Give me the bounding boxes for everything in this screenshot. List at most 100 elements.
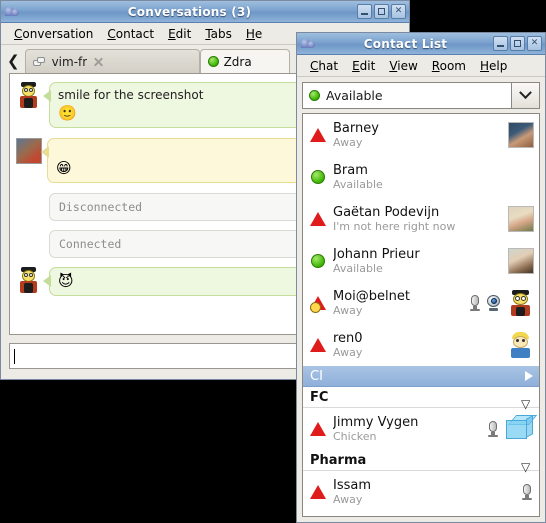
pidgin-bubbles-icon bbox=[4, 4, 22, 20]
contact-name: Johann Prieur bbox=[333, 246, 420, 262]
contact-status: Away bbox=[333, 303, 363, 317]
south-park-staz-avatar bbox=[16, 267, 44, 297]
triangle-down-icon bbox=[521, 393, 533, 401]
chevron-down-icon bbox=[519, 86, 532, 100]
maximize-button[interactable] bbox=[374, 4, 389, 19]
contact-name: Barney bbox=[333, 120, 379, 136]
tab-zdra[interactable]: Zdra bbox=[199, 49, 290, 73]
status-away-icon bbox=[310, 484, 326, 500]
maximize-button[interactable] bbox=[510, 36, 525, 51]
status-label: Available bbox=[326, 88, 383, 103]
contact-list[interactable]: Barney Away Bram Available Gaëtan Podevi… bbox=[302, 113, 540, 517]
menu-edit[interactable]: Edit bbox=[345, 57, 382, 75]
group-row-pharma[interactable]: Pharma bbox=[303, 450, 539, 471]
conversations-window-buttons: ✕ bbox=[357, 4, 406, 19]
triangle-right-icon bbox=[525, 371, 533, 381]
contact-row-moi-belnet[interactable]: Moi@belnet Away bbox=[303, 282, 539, 324]
group-label: CI bbox=[310, 368, 323, 384]
contact-list-titlebar[interactable]: Contact List ✕ bbox=[297, 33, 545, 55]
contact-status: Available bbox=[333, 261, 383, 275]
contact-status: Away bbox=[333, 135, 363, 149]
contact-list-title: Contact List bbox=[363, 36, 448, 51]
close-icon[interactable] bbox=[92, 55, 105, 68]
status-online-icon bbox=[207, 56, 219, 67]
group-label: FC bbox=[310, 389, 329, 405]
contact-name: Jimmy Vygen bbox=[333, 414, 419, 430]
conversations-title: Conversations (3) bbox=[127, 4, 252, 19]
pidgin-bubbles-icon bbox=[300, 36, 318, 52]
close-button[interactable]: ✕ bbox=[391, 4, 406, 19]
contact-row-gaetan-podevijn[interactable]: Gaëtan Podevijn I'm not here right now bbox=[303, 198, 539, 240]
contact-row-jimmy-vygen[interactable]: Jimmy Vygen Chicken bbox=[303, 408, 539, 450]
contact-name: Moi@belnet bbox=[333, 288, 410, 304]
contact-row-bram[interactable]: Bram Available bbox=[303, 156, 539, 198]
menu-edit[interactable]: Edit bbox=[161, 25, 198, 43]
photo-zdra-avatar bbox=[16, 138, 42, 164]
contact-name: ren0 bbox=[333, 330, 363, 346]
triangle-down-icon bbox=[521, 456, 533, 464]
status-away-icon bbox=[310, 421, 326, 437]
contact-list-window-buttons: ✕ bbox=[493, 36, 542, 51]
devil-emoticon: 😈 bbox=[58, 272, 74, 290]
contact-status: Away bbox=[333, 345, 363, 359]
tab-label: vim-fr bbox=[51, 54, 88, 69]
menu-contact[interactable]: Contact bbox=[100, 25, 161, 43]
status-away-icon bbox=[310, 127, 326, 143]
south-park-ren0-avatar bbox=[508, 332, 534, 358]
contact-name: Issam bbox=[333, 477, 372, 493]
conversations-titlebar[interactable]: Conversations (3) ✕ bbox=[1, 1, 409, 23]
microphone-icon bbox=[468, 294, 482, 312]
microphone-icon bbox=[486, 420, 500, 438]
cube-avatar bbox=[504, 415, 538, 443]
menu-room[interactable]: Room bbox=[425, 57, 473, 75]
menu-help[interactable]: Help bbox=[473, 57, 514, 75]
photo-johann-avatar bbox=[508, 248, 534, 274]
menu-conversation[interactable]: Conversation bbox=[7, 25, 100, 43]
status-online-icon bbox=[309, 90, 320, 101]
group-row-fc[interactable]: FC bbox=[303, 387, 539, 408]
contact-row-ren0[interactable]: ren0 Away bbox=[303, 324, 539, 366]
south-park-moi-avatar bbox=[508, 290, 534, 316]
chat-group-icon bbox=[32, 56, 47, 68]
contact-list-menubar: Chat Edit View Room Help bbox=[297, 55, 545, 77]
minimize-button[interactable] bbox=[493, 36, 508, 51]
menu-tabs[interactable]: Tabs bbox=[198, 25, 239, 43]
desktop: Conversations (3) ✕ Conversation Contact… bbox=[0, 0, 546, 523]
photo-gaetan-avatar bbox=[508, 206, 534, 232]
menu-help[interactable]: He bbox=[239, 25, 269, 43]
webcam-icon bbox=[486, 295, 501, 311]
smile-emoticon: 🙂 bbox=[58, 104, 77, 122]
microphone-icon bbox=[520, 483, 534, 501]
status-selector[interactable]: Available bbox=[302, 82, 540, 109]
tab-label: Zdra bbox=[223, 54, 252, 69]
contact-row-barney[interactable]: Barney Away bbox=[303, 114, 539, 156]
status-selector-value[interactable]: Available bbox=[302, 82, 512, 109]
status-online-icon bbox=[310, 169, 326, 185]
menu-chat[interactable]: Chat bbox=[303, 57, 345, 75]
grin-emoticon: 😁 bbox=[56, 159, 72, 177]
close-button[interactable]: ✕ bbox=[527, 36, 542, 51]
status-away-icon bbox=[310, 211, 326, 227]
tab-scroll-left-icon[interactable]: ❮ bbox=[3, 54, 25, 73]
minimize-button[interactable] bbox=[357, 4, 372, 19]
photo-barney-avatar bbox=[508, 122, 534, 148]
contact-row-johann-prieur[interactable]: Johann Prieur Available bbox=[303, 240, 539, 282]
south-park-staz-avatar bbox=[16, 82, 44, 112]
tab-vim-fr[interactable]: vim-fr bbox=[24, 49, 200, 73]
group-row-ci[interactable]: CI bbox=[303, 366, 539, 387]
status-away-icon bbox=[310, 337, 326, 353]
contact-list-window: Contact List ✕ Chat Edit View Room Help … bbox=[296, 32, 546, 523]
contact-name: Gaëtan Podevijn bbox=[333, 204, 440, 220]
contact-list-body: Available Barney Away Bram Available Gaë… bbox=[297, 77, 545, 522]
group-label: Pharma bbox=[310, 452, 367, 468]
menu-view[interactable]: View bbox=[382, 57, 424, 75]
contact-status: Chicken bbox=[333, 429, 377, 443]
status-away-idle-icon bbox=[310, 295, 326, 313]
status-dropdown-button[interactable] bbox=[512, 82, 540, 109]
contact-status: I'm not here right now bbox=[333, 219, 456, 233]
contact-status: Available bbox=[333, 177, 383, 191]
status-online-icon bbox=[310, 253, 326, 269]
contact-row-issam[interactable]: Issam Away bbox=[303, 471, 539, 513]
contact-name: Bram bbox=[333, 162, 368, 178]
contact-status: Away bbox=[333, 492, 363, 506]
